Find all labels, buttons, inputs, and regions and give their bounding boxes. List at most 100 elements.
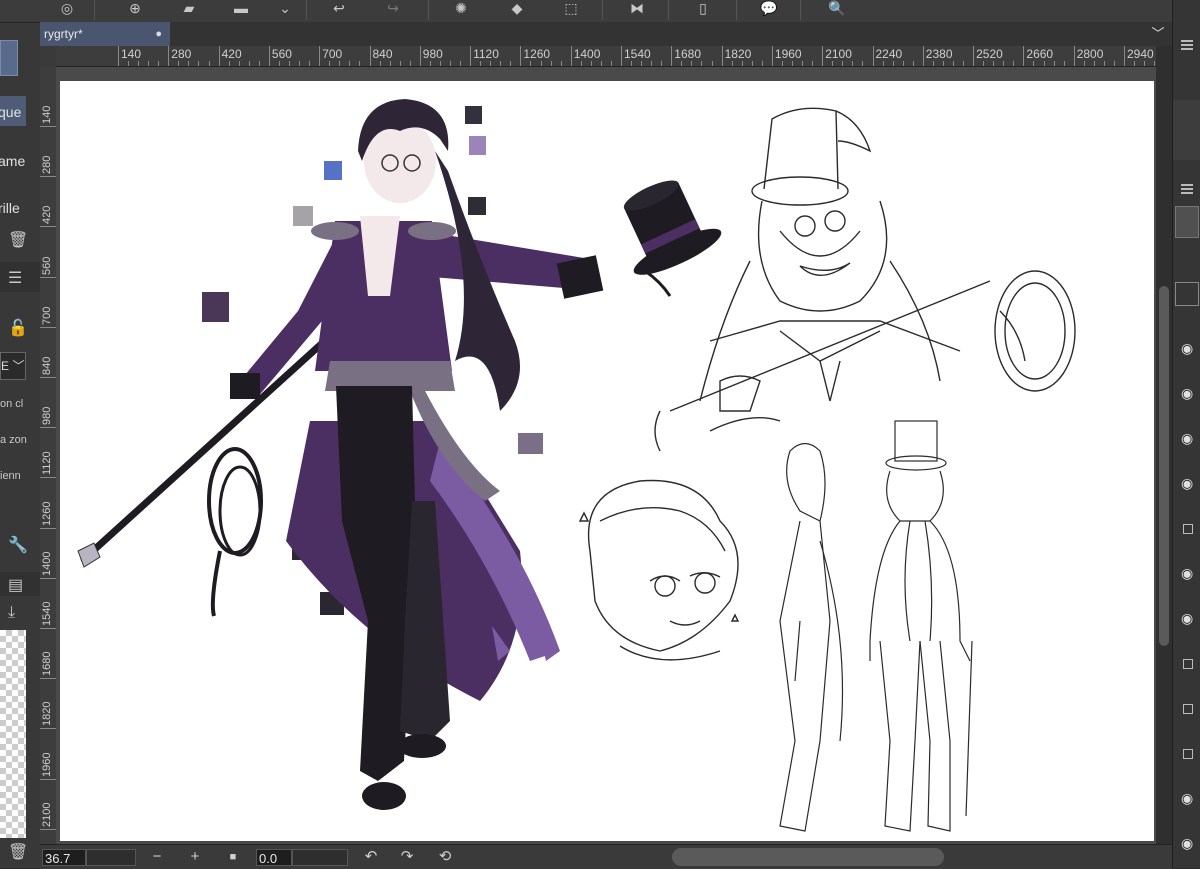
- panel-text-2: a zon: [0, 434, 27, 446]
- ruler-minor-tick: [661, 61, 663, 66]
- rotate-left-button[interactable]: ↶: [362, 847, 380, 867]
- panel-menu-icon[interactable]: [1181, 40, 1193, 42]
- flip-icon[interactable]: ⧓: [624, 0, 650, 18]
- horizontal-scroll-thumb[interactable]: [672, 848, 944, 866]
- device-icon[interactable]: ▯: [690, 0, 716, 18]
- vertical-scrollbar[interactable]: [1156, 46, 1172, 844]
- ruler-tick: [671, 46, 673, 66]
- ruler-minor-tick: [1144, 61, 1146, 66]
- panel-text-1: on cl: [0, 398, 24, 410]
- help-icon[interactable]: 💬: [756, 0, 782, 18]
- layer-visibility-checkbox[interactable]: [1183, 659, 1193, 669]
- panel-menu-icon-2[interactable]: [1181, 184, 1193, 186]
- import-icon[interactable]: ⤓: [8, 604, 15, 622]
- ruler-minor-tick: [701, 61, 703, 66]
- ruler-minor-tick: [198, 61, 200, 66]
- chevron-down-icon[interactable]: ⌄: [272, 0, 298, 18]
- ruler-minor-tick: [550, 61, 552, 66]
- panel-item-3[interactable]: rille: [0, 200, 20, 216]
- loading-icon[interactable]: ✺: [448, 0, 474, 18]
- v-ruler-label: 1120: [41, 451, 53, 476]
- ruler-tick: [419, 46, 421, 66]
- rotation-field[interactable]: 0.0: [256, 849, 292, 866]
- ruler-minor-tick: [460, 61, 462, 66]
- ruler-minor-tick: [802, 61, 804, 66]
- ruler-tick: [40, 276, 56, 278]
- ruler-minor-tick: [289, 61, 291, 66]
- filmstrip-icon[interactable]: ▤: [8, 575, 23, 595]
- eye-visible-icon[interactable]: ◉: [1181, 430, 1193, 447]
- eye-visible-icon[interactable]: ◉: [1181, 790, 1193, 807]
- panel-item-2[interactable]: ame: [0, 153, 25, 169]
- fit-button[interactable]: ■: [224, 847, 242, 867]
- eye-visible-icon[interactable]: ◉: [1181, 835, 1193, 852]
- ruler-minor-tick: [439, 61, 441, 66]
- ruler-tick: [721, 46, 723, 66]
- eye-visible-icon[interactable]: ◉: [1181, 565, 1193, 582]
- undo-icon[interactable]: ↩: [326, 0, 352, 18]
- canvas-area[interactable]: [56, 67, 1156, 844]
- ruler-corner: [40, 46, 56, 66]
- ruler-minor-tick: [751, 61, 753, 66]
- ruler-tick: [621, 46, 622, 66]
- document-tab[interactable]: rygrtyr* ●: [40, 22, 170, 46]
- panel-item-1[interactable]: que: [0, 104, 21, 120]
- fill-icon[interactable]: ▬: [228, 0, 254, 18]
- tab-menu-chevron-icon[interactable]: ﹀: [1148, 22, 1168, 46]
- layer-thumb-selected[interactable]: [1175, 206, 1199, 238]
- eye-visible-icon[interactable]: ◉: [1181, 340, 1193, 357]
- ruler-minor-tick: [1063, 61, 1065, 66]
- add-layer-icon[interactable]: ⊕: [122, 0, 148, 18]
- selection-icon[interactable]: ⬚: [558, 0, 584, 18]
- eye-visible-icon[interactable]: ◉: [1181, 385, 1193, 402]
- trash-bottom-icon[interactable]: 🗑: [8, 842, 28, 862]
- ruler-tick: [520, 46, 522, 66]
- zoom-in-button[interactable]: +: [186, 847, 204, 867]
- layers-icon[interactable]: ☰: [8, 268, 22, 288]
- rotate-right-button[interactable]: ↷: [398, 847, 416, 867]
- layer-thumb[interactable]: [1175, 282, 1199, 306]
- ruler-minor-tick: [892, 61, 894, 66]
- active-tool-swatch[interactable]: [0, 40, 18, 76]
- trash-icon[interactable]: 🗑: [8, 230, 28, 250]
- h-ruler-label: 280: [171, 47, 192, 61]
- vertical-scroll-thumb[interactable]: [1159, 286, 1169, 646]
- eye-visible-icon[interactable]: ◉: [1181, 475, 1193, 492]
- ruler-tick: [118, 46, 119, 66]
- ruler-minor-tick: [761, 61, 763, 66]
- rotation-slider[interactable]: [292, 849, 348, 866]
- zoom-slider[interactable]: [86, 849, 136, 866]
- blend-dropdown[interactable]: E ﹀: [0, 352, 26, 380]
- search-settings-icon[interactable]: 🔍: [824, 0, 850, 18]
- layer-visibility-checkbox[interactable]: [1183, 704, 1193, 714]
- eraser-icon[interactable]: ▰: [176, 0, 202, 18]
- layer-visibility-checkbox[interactable]: [1183, 749, 1193, 759]
- ruler-minor-tick: [238, 61, 240, 66]
- eye-visible-icon[interactable]: ◉: [1181, 610, 1193, 627]
- redo-icon[interactable]: ↪: [380, 0, 406, 18]
- panel-section: [1173, 100, 1200, 160]
- camera-icon[interactable]: ◎: [54, 0, 80, 18]
- ruler-minor-tick: [631, 61, 633, 66]
- ruler-tick: [1023, 46, 1025, 66]
- ruler-minor-tick: [781, 61, 783, 66]
- ruler-minor-tick: [741, 61, 743, 66]
- sketch-bust: [654, 107, 1076, 452]
- lock-icon[interactable]: 🔓: [8, 318, 28, 338]
- h-ruler-label: 1820: [724, 47, 752, 61]
- reset-rotation-button[interactable]: ⟲: [436, 847, 454, 867]
- layer-visibility-checkbox[interactable]: [1183, 524, 1193, 534]
- ruler-minor-tick: [812, 61, 814, 66]
- transform-icon[interactable]: ◆: [504, 0, 530, 18]
- h-ruler-label: 1960: [774, 47, 802, 61]
- drawing-canvas[interactable]: [60, 81, 1154, 841]
- v-ruler-label: 1680: [41, 651, 53, 677]
- ruler-tick: [40, 678, 56, 680]
- zoom-out-button[interactable]: −: [148, 847, 166, 867]
- ruler-minor-tick: [842, 61, 844, 66]
- zoom-field[interactable]: 36.7: [42, 849, 86, 866]
- unsaved-dot-icon[interactable]: ●: [155, 22, 162, 46]
- v-ruler-label: 560: [41, 256, 53, 275]
- ruler-minor-tick: [1134, 61, 1136, 66]
- wrench-icon[interactable]: 🔧: [8, 535, 28, 555]
